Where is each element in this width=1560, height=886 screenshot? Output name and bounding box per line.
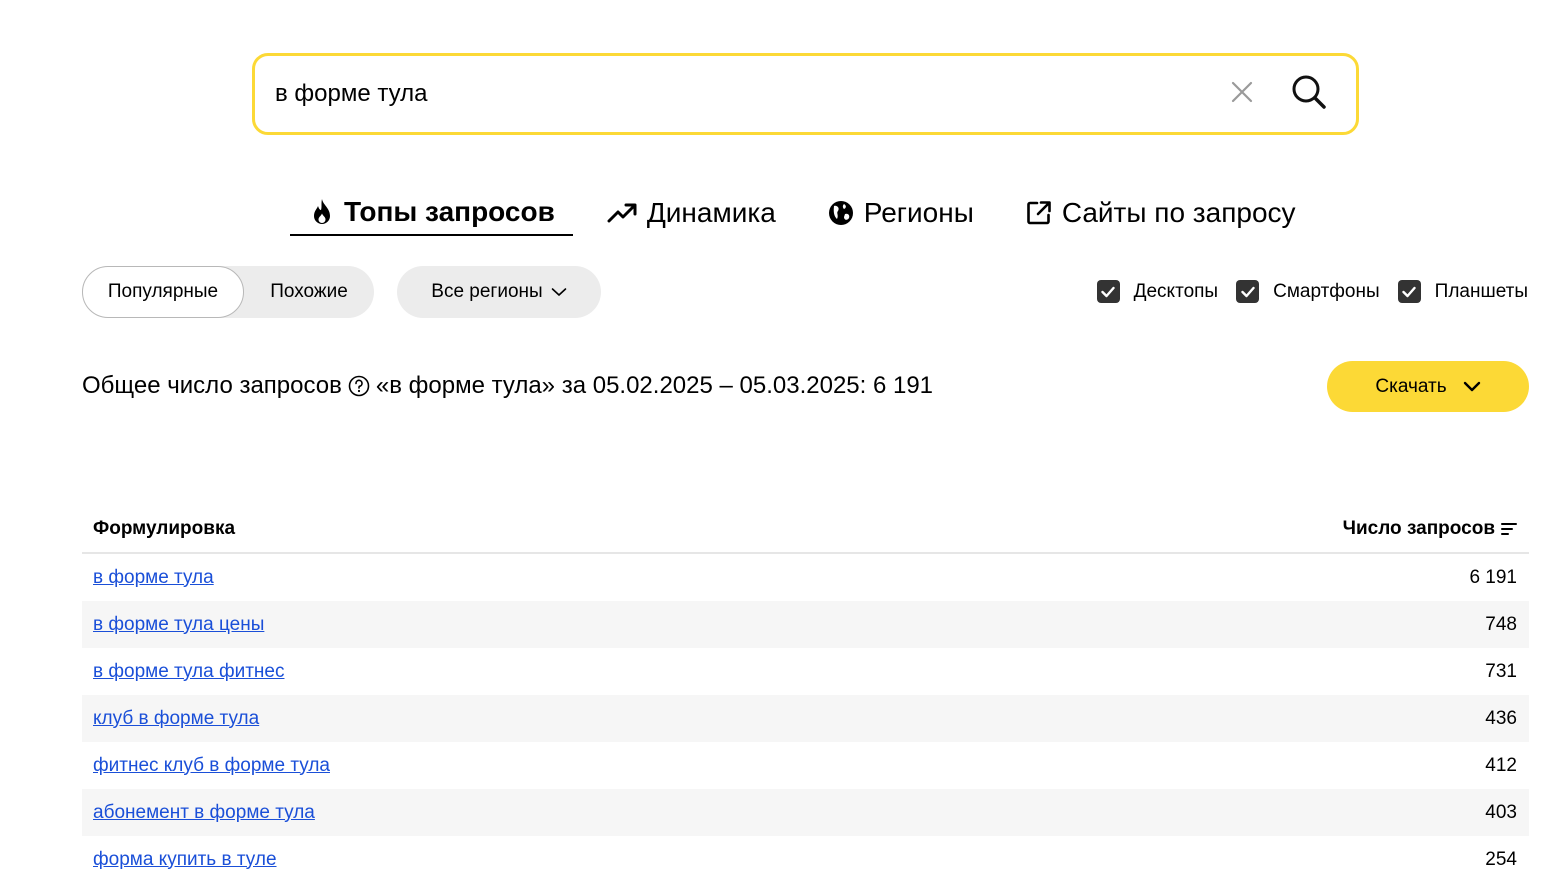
tab-dynamics-label: Динамика [646,197,776,228]
trend-up-icon [607,202,637,224]
table-row: абонемент в форме тула 403 [82,789,1529,836]
chevron-down-icon [551,287,567,297]
checkbox-checked-icon [1096,280,1120,303]
tablet-label: Планшеты [1434,280,1528,302]
tab-regions[interactable]: Регионы [828,190,974,236]
table-row: форма купить в туле 254 [82,836,1529,883]
checkbox-checked-icon [1397,280,1421,303]
count-value: 748 [1485,613,1517,635]
tabs: Топы запросов Динамика Регионы Сайты по … [290,190,1296,238]
column-count[interactable]: Число запросов [1343,518,1517,540]
results-table: Формулировка Число запросов в форме тула… [82,506,1529,883]
smartphone-checkbox[interactable]: Смартфоны [1236,280,1380,303]
summary: Общее число запросов «в форме тула» за 0… [82,372,933,400]
tablet-checkbox[interactable]: Планшеты [1397,280,1528,303]
phrase-link[interactable]: в форме тула [93,567,214,589]
summary-text: «в форме тула» за 05.02.2025 – 05.03.202… [375,372,934,399]
close-icon [1230,80,1254,109]
fire-icon [310,198,334,226]
count-value: 436 [1485,707,1517,729]
tab-tops-label: Топы запросов [344,196,555,227]
tab-sites-label: Сайты по запросу [1061,197,1296,228]
external-link-icon [1026,200,1052,226]
phrase-link[interactable]: в форме тула цены [93,614,264,636]
checkbox-checked-icon [1236,280,1260,303]
similar-button[interactable]: Похожие [244,266,374,318]
question-circle-icon[interactable] [348,375,370,397]
region-label: Все регионы [431,281,543,302]
table-row: клуб в форме тула 436 [82,695,1529,742]
sort-icon[interactable] [1501,522,1517,536]
search-input[interactable] [255,56,1222,132]
phrase-link[interactable]: абонемент в форме тула [93,802,315,824]
desktop-label: Десктопы [1133,280,1219,302]
table-body: в форме тула 6 191 в форме тула цены 748… [82,554,1529,883]
tab-sites[interactable]: Сайты по запросу [1026,190,1296,236]
phrase-link[interactable]: фитнес клуб в форме тула [93,755,330,777]
count-value: 731 [1485,660,1517,682]
globe-icon [828,200,854,226]
search-bar [252,53,1359,135]
smartphone-label: Смартфоны [1273,280,1380,302]
table-row: в форме тула фитнес 731 [82,648,1529,695]
count-value: 6 191 [1469,566,1517,588]
device-filters: Десктопы Смартфоны Планшеты [1079,280,1528,303]
table-header: Формулировка Число запросов [82,506,1529,554]
column-phrase: Формулировка [93,518,236,539]
mode-switch: Популярные Похожие [82,266,374,318]
table-row: в форме тула цены 748 [82,601,1529,648]
count-value: 254 [1485,848,1517,870]
clear-button[interactable] [1222,74,1262,114]
table-row: фитнес клуб в форме тула 412 [82,742,1529,789]
summary-prefix: Общее число запросов [82,372,342,399]
table-row: в форме тула 6 191 [82,554,1529,601]
download-label: Скачать [1375,375,1447,397]
search-button[interactable] [1284,69,1334,119]
search-icon [1290,73,1328,116]
desktop-checkbox[interactable]: Десктопы [1096,280,1219,303]
popular-button[interactable]: Популярные [82,266,244,318]
phrase-link[interactable]: клуб в форме тула [93,708,259,730]
page: Топы запросов Динамика Регионы Сайты по … [0,0,1560,886]
tab-dynamics[interactable]: Динамика [607,190,776,236]
count-value: 403 [1485,801,1517,823]
download-button[interactable]: Скачать [1327,361,1529,412]
column-count-label: Число запросов [1342,518,1495,539]
chevron-down-icon [1463,381,1481,392]
phrase-link[interactable]: в форме тула фитнес [93,661,284,683]
tab-tops[interactable]: Топы запросов [290,190,573,236]
phrase-link[interactable]: форма купить в туле [93,849,277,871]
count-value: 412 [1485,754,1517,776]
region-dropdown[interactable]: Все регионы [397,266,601,318]
tab-regions-label: Регионы [863,197,974,228]
